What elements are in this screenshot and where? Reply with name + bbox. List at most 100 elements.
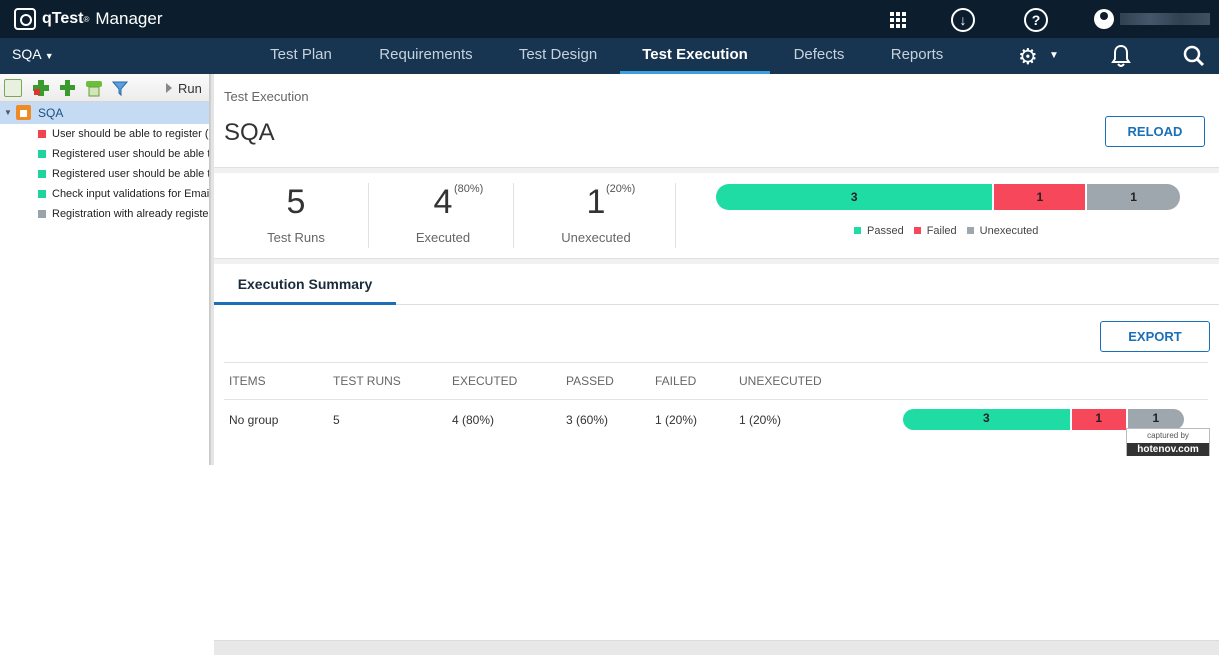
app-launcher-icon[interactable] <box>886 8 910 32</box>
tab-execution-summary[interactable]: Execution Summary <box>214 264 396 305</box>
tree-item-label: Registration with already registe <box>52 208 209 220</box>
progress-legend: Passed Failed Unexecuted <box>854 225 1038 237</box>
qtest-logo-icon <box>14 8 36 30</box>
status-square-icon <box>38 130 46 138</box>
status-square-icon <box>38 210 46 218</box>
page-header: Test Execution SQA RELOAD <box>214 74 1219 168</box>
tree-root-label: SQA <box>38 106 64 120</box>
cell-items: No group <box>229 413 279 427</box>
project-selector[interactable]: SQA ▼ <box>12 46 54 62</box>
tree-root-node[interactable]: ▼ SQA <box>0 102 209 124</box>
stat-test-runs: 5 Test Runs <box>236 183 356 245</box>
legend-swatch <box>854 227 861 234</box>
top-header: qTest ® Manager ↓ ? <box>0 0 1219 38</box>
logo-product-name: Manager <box>95 9 163 28</box>
new-release-icon[interactable] <box>4 79 22 97</box>
legend-swatch <box>966 227 974 234</box>
tab-test-design[interactable]: Test Design <box>506 38 610 74</box>
legend-item-passed: Passed <box>854 225 904 237</box>
legend-label: Unexecuted <box>979 225 1039 237</box>
stat-executed-value: 4 <box>433 183 453 221</box>
column-header-failed: FAILED <box>655 374 697 388</box>
cell-passed: 3 (60%) <box>566 413 609 427</box>
column-header-unexecuted: UNEXECUTED <box>739 374 822 388</box>
bar-segment-passed: 3 <box>903 409 1072 430</box>
execution-progress-bar: 311 <box>716 184 1180 210</box>
stat-executed: 4 (80%) Executed <box>383 183 503 245</box>
tab-test-execution[interactable]: Test Execution <box>620 38 770 74</box>
collapse-caret-icon[interactable]: ▼ <box>4 102 12 124</box>
tree-item-test-run[interactable]: Check input validations for Emai <box>0 184 209 204</box>
cell-failed: 1 (20%) <box>655 413 698 427</box>
tree-item-test-run[interactable]: Registered user should be able t <box>0 144 209 164</box>
project-home-icon <box>16 105 31 120</box>
tree-item-test-run[interactable]: User should be able to register ( <box>0 124 209 144</box>
user-avatar-icon[interactable] <box>1094 9 1114 29</box>
tree-toolbar: Run <box>0 74 209 102</box>
search-icon[interactable] <box>1183 45 1205 67</box>
tab-reports[interactable]: Reports <box>878 38 956 74</box>
divider <box>675 183 676 248</box>
filter-icon[interactable] <box>111 79 129 97</box>
watermark-brand: hotenov.com <box>1127 443 1209 456</box>
stat-executed-label: Executed <box>415 230 471 245</box>
tree-items: User should be able to register (Registe… <box>0 124 209 224</box>
stat-executed-pct: (80%) <box>454 183 484 195</box>
bar-segment-failed: 1 <box>1071 409 1128 430</box>
run-button[interactable]: Run <box>166 81 202 96</box>
download-icon[interactable]: ↓ <box>951 8 975 32</box>
table-row[interactable]: No group 5 4 (80%) 3 (60%) 1 (20%) 1 (20… <box>224 400 1208 440</box>
bell-icon[interactable] <box>1111 44 1131 68</box>
breadcrumb[interactable]: Test Execution <box>224 89 309 104</box>
stat-test-runs-value: 5 <box>286 183 306 221</box>
chevron-down-icon: ▼ <box>44 51 54 61</box>
bottom-scroll-strip <box>214 640 1219 655</box>
stat-unexecuted: 1 (20%) Unexecuted <box>536 183 656 245</box>
row-progress-bar: 311 <box>903 409 1184 430</box>
project-name: SQA <box>12 46 41 62</box>
qtest-logo[interactable]: qTest ® Manager <box>14 8 163 30</box>
tab-requirements[interactable]: Requirements <box>366 38 486 74</box>
status-square-icon <box>38 190 46 198</box>
tree-item-test-run[interactable]: Registered user should be able t <box>0 164 209 184</box>
bar-segment-unexecuted: 1 <box>1127 409 1184 430</box>
legend-label: Failed <box>926 225 957 237</box>
gear-icon[interactable]: ⚙ <box>1018 44 1038 70</box>
user-name-redacted[interactable] <box>1120 13 1210 25</box>
tree-item-test-run[interactable]: Registration with already registe <box>0 204 209 224</box>
column-header-executed: EXECUTED <box>452 374 518 388</box>
add-cycle-icon[interactable] <box>32 79 50 97</box>
add-suite-icon[interactable] <box>58 79 76 97</box>
help-icon[interactable]: ? <box>1024 8 1048 32</box>
legend-swatch <box>913 227 921 234</box>
tab-test-plan[interactable]: Test Plan <box>256 38 346 74</box>
stat-unexecuted-value: 1 <box>586 183 606 221</box>
logo-trademark: ® <box>83 14 90 24</box>
execution-stats: 5 Test Runs 4 (80%) Executed 1 (20%) Une… <box>214 173 1219 259</box>
legend-item-unexecuted: Unexecuted <box>966 225 1039 237</box>
column-header-passed: PASSED <box>566 374 614 388</box>
tree-item-label: Registered user should be able t <box>52 168 209 180</box>
bar-segment-passed: 3 <box>716 184 995 210</box>
reload-button[interactable]: RELOAD <box>1105 116 1205 147</box>
module-navbar: SQA ▼ Test Plan Requirements Test Design… <box>0 38 1219 74</box>
main-content: Test Execution SQA RELOAD 5 Test Runs 4 … <box>214 74 1219 655</box>
status-square-icon <box>38 150 46 158</box>
stat-unexecuted-pct: (20%) <box>606 183 636 195</box>
tab-defects[interactable]: Defects <box>780 38 858 74</box>
add-test-run-icon[interactable] <box>85 79 103 97</box>
divider <box>368 183 369 248</box>
stat-unexecuted-label: Unexecuted <box>561 230 631 245</box>
column-header-items: ITEMS <box>229 374 266 388</box>
page-title: SQA <box>224 119 275 146</box>
status-square-icon <box>38 170 46 178</box>
cell-executed: 4 (80%) <box>452 413 495 427</box>
column-header-test-runs: TEST RUNS <box>333 374 401 388</box>
execution-summary-panel: Execution Summary EXPORT ITEMS TEST RUNS… <box>214 264 1219 655</box>
export-button[interactable]: EXPORT <box>1100 321 1210 352</box>
logo-text: qTest <box>42 10 84 27</box>
cell-unexecuted: 1 (20%) <box>739 413 782 427</box>
chevron-down-icon[interactable]: ▼ <box>1049 50 1059 61</box>
capture-watermark: captured by hotenov.com <box>1126 428 1210 456</box>
stat-test-runs-label: Test Runs <box>267 230 325 245</box>
